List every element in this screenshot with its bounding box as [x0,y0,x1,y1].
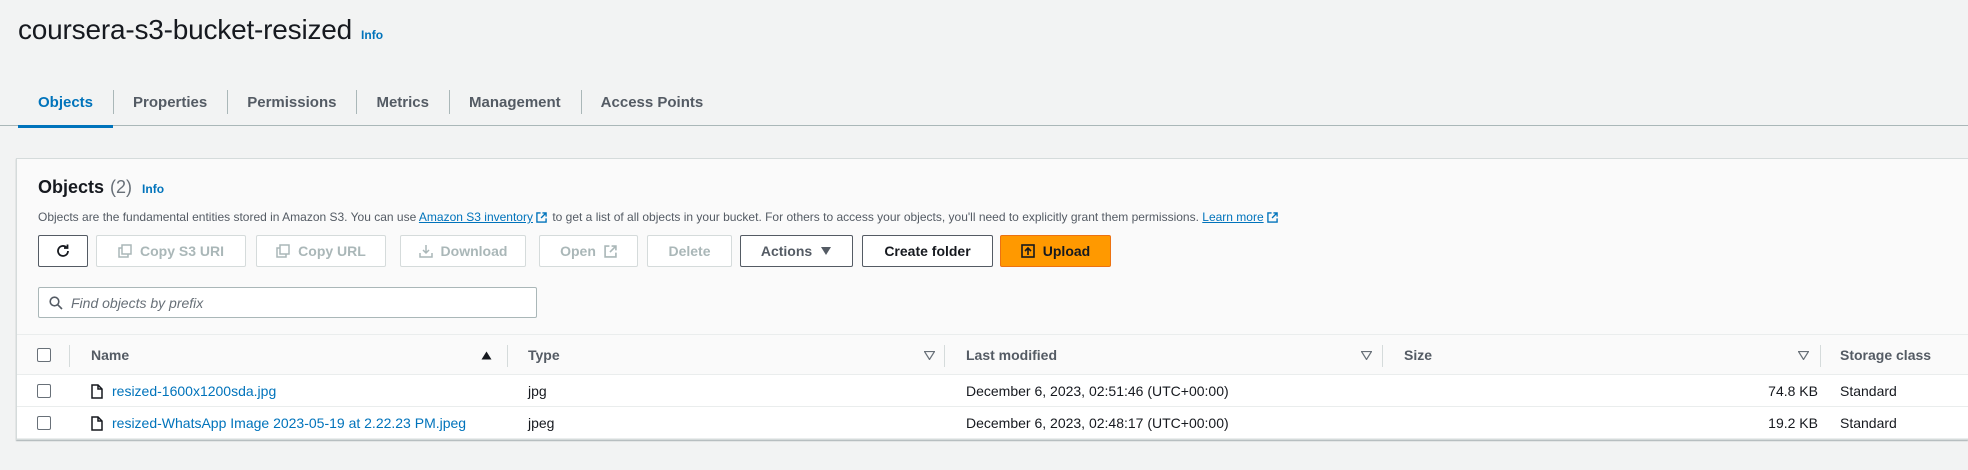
page-title-area: coursera-s3-bucket-resized Info [18,14,383,46]
copy-s3-uri-button[interactable]: Copy S3 URI [96,235,246,267]
sort-icon [1361,350,1372,360]
search-box [38,287,537,318]
file-icon [91,415,103,431]
upload-label: Upload [1042,243,1091,259]
object-name-link[interactable]: resized-1600x1200sda.jpg [112,383,276,399]
object-size: 19.2 KB [1768,415,1818,431]
table-row[interactable]: resized-1600x1200sda.jpg jpg December 6,… [17,375,1968,407]
column-divider[interactable] [1382,345,1383,367]
actions-dropdown-button[interactable]: Actions [740,235,853,267]
objects-count: (2) [110,177,133,197]
column-header-type[interactable]: Type [528,335,948,375]
sort-ascending-icon [481,351,492,360]
refresh-button[interactable] [38,235,88,267]
column-divider[interactable] [507,345,508,367]
external-link-icon [604,244,617,258]
copy-url-button[interactable]: Copy URL [256,235,386,267]
copy-icon [276,244,290,258]
tab-access-points[interactable]: Access Points [580,78,724,126]
bucket-tabs: Objects Properties Permissions Metrics M… [0,78,1968,128]
inventory-link[interactable]: Amazon S3 inventory [419,210,533,224]
description-middle: to get a list of all objects in your buc… [552,210,1199,224]
column-divider[interactable] [1820,345,1821,367]
object-name-link[interactable]: resized-WhatsApp Image 2023-05-19 at 2.2… [112,415,466,431]
objects-panel-header: Objects (2) Info Objects are the fundame… [17,159,1968,335]
learn-more-link[interactable]: Learn more [1202,210,1263,224]
delete-button[interactable]: Delete [647,235,732,267]
bucket-info-link[interactable]: Info [361,28,383,42]
object-type: jpg [528,383,547,399]
objects-description: Objects are the fundamental entities sto… [38,210,1280,226]
column-header-size[interactable]: Size [1404,335,1824,375]
file-icon [91,383,103,399]
objects-info-link[interactable]: Info [142,182,164,196]
column-divider [69,345,70,367]
objects-heading: Objects (2) Info [38,177,164,198]
external-link-icon [536,212,547,226]
column-divider[interactable] [944,345,945,367]
object-storage-class: Standard [1840,383,1897,399]
refresh-icon [55,243,71,259]
upload-icon [1020,244,1035,258]
object-type: jpeg [528,415,555,431]
external-link-icon [1266,212,1278,226]
objects-title: Objects [38,177,105,197]
bucket-name-title: coursera-s3-bucket-resized [18,14,353,45]
object-name-cell: resized-1600x1200sda.jpg [91,375,276,407]
copy-s3-uri-label: Copy S3 URI [139,243,224,259]
download-label: Download [440,243,508,259]
sort-icon [924,350,935,360]
table-row[interactable]: resized-WhatsApp Image 2023-05-19 at 2.2… [17,407,1968,439]
upload-button[interactable]: Upload [1000,235,1111,267]
table-header: Name Type Last modified Size Storage cla… [17,335,1968,375]
object-name-cell: resized-WhatsApp Image 2023-05-19 at 2.2… [91,407,466,439]
object-last-modified: December 6, 2023, 02:48:17 (UTC+00:00) [966,415,1229,431]
tab-objects[interactable]: Objects [18,78,114,128]
search-icon [49,295,63,310]
copy-url-label: Copy URL [298,243,366,259]
column-header-storage-class[interactable]: Storage class [1840,335,1968,375]
object-last-modified: December 6, 2023, 02:51:46 (UTC+00:00) [966,383,1229,399]
caret-down-icon [820,246,832,256]
object-storage-class: Standard [1840,415,1897,431]
column-header-last-modified[interactable]: Last modified [966,335,1386,375]
copy-icon [118,244,132,258]
create-folder-button[interactable]: Create folder [862,235,993,267]
sort-icon [1798,350,1809,360]
row-checkbox[interactable] [37,384,51,398]
tab-metrics[interactable]: Metrics [356,78,449,126]
objects-panel: Objects (2) Info Objects are the fundame… [16,158,1968,440]
column-header-name[interactable]: Name [91,335,511,375]
tab-permissions[interactable]: Permissions [227,78,356,126]
description-prefix: Objects are the fundamental entities sto… [38,210,417,224]
tab-properties[interactable]: Properties [113,78,227,126]
select-all-checkbox[interactable] [37,348,51,362]
download-button[interactable]: Download [400,235,526,267]
object-size: 74.8 KB [1768,383,1818,399]
open-button[interactable]: Open [539,235,638,267]
actions-label: Actions [760,243,813,259]
find-objects-input[interactable] [71,294,511,311]
download-icon [418,244,433,258]
objects-table: Name Type Last modified Size Storage cla… [17,335,1968,439]
row-checkbox[interactable] [37,416,51,430]
tab-management[interactable]: Management [448,78,581,126]
open-label: Open [560,243,596,259]
